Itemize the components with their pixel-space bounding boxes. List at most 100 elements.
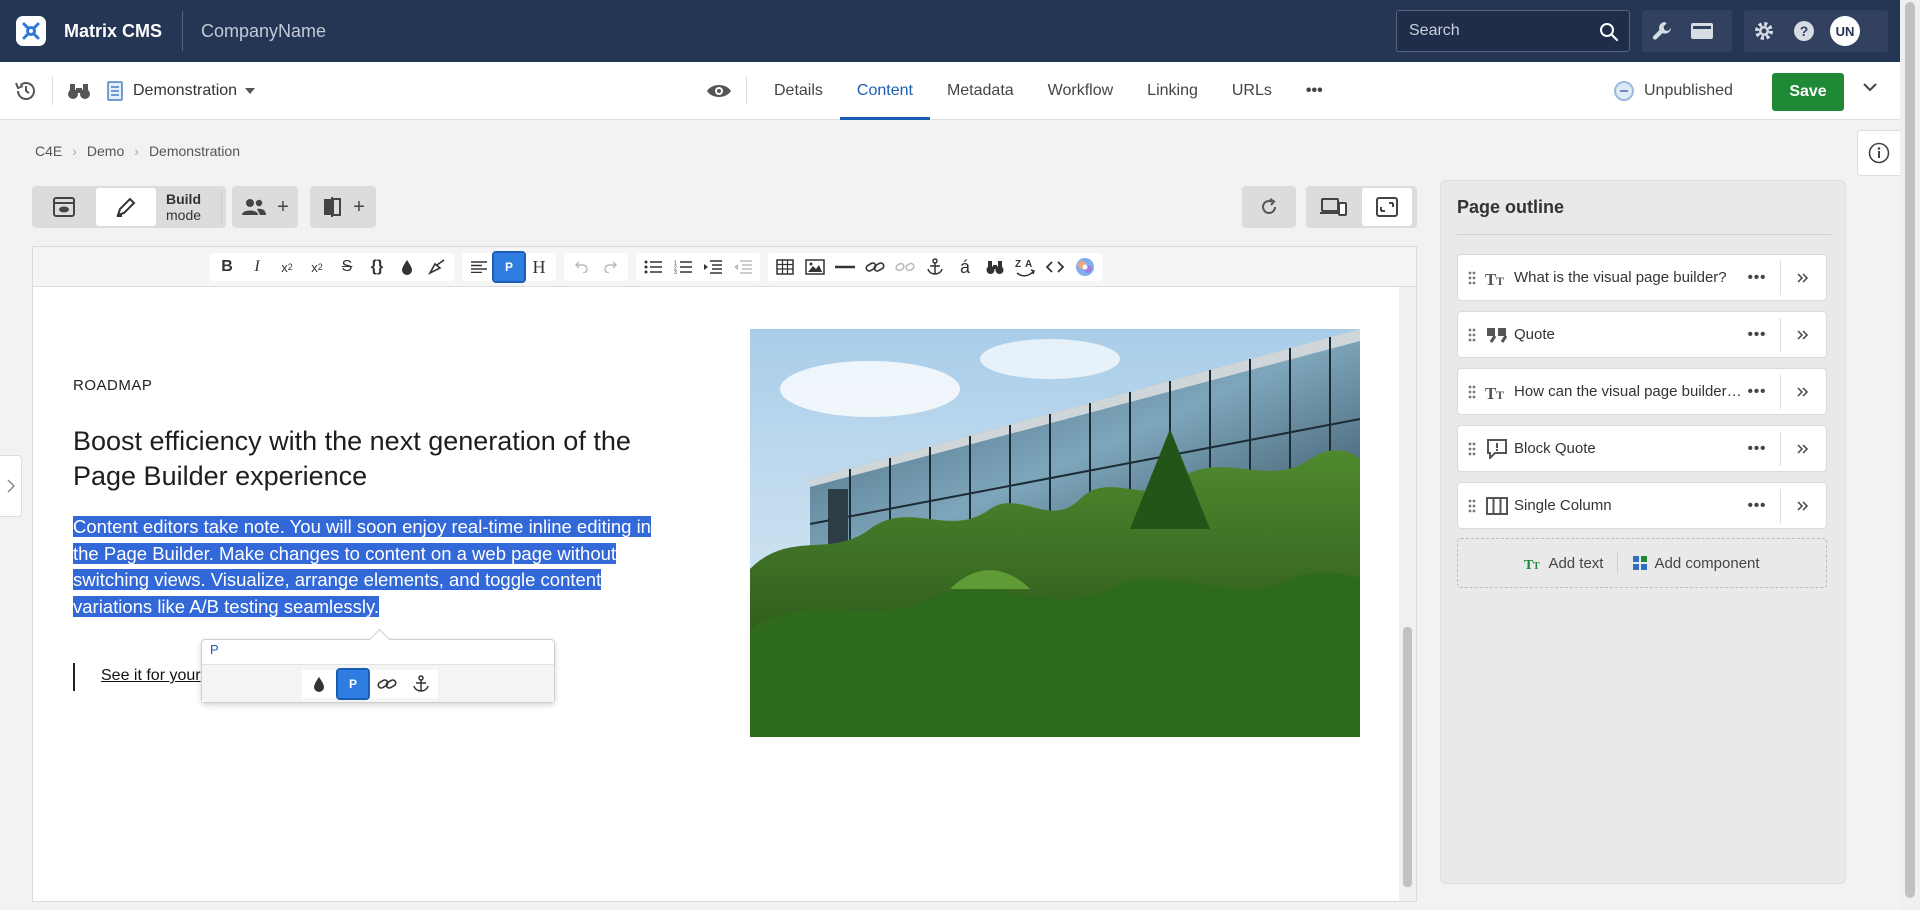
page-canvas[interactable]: ROADMAP Boost efficiency with the next g… [33, 287, 1399, 901]
more-options-button[interactable]: ••• [1742, 326, 1772, 343]
find-binoculars-icon[interactable] [980, 253, 1010, 281]
breadcrumb-item[interactable]: Demonstration [149, 143, 240, 159]
fullwidth-button[interactable] [1362, 188, 1412, 226]
table-icon[interactable] [770, 253, 800, 281]
tab-details[interactable]: Details [757, 62, 840, 120]
drag-handle-icon[interactable] [1460, 271, 1484, 285]
outline-item[interactable]: TT What is the visual page builder? ••• [1457, 254, 1827, 301]
card-icon[interactable] [1682, 21, 1722, 41]
editor-scroll-thumb[interactable] [1403, 627, 1412, 887]
gear-icon[interactable] [1744, 20, 1784, 42]
double-chevron-right-icon[interactable] [1781, 443, 1825, 454]
search-icon[interactable] [1599, 22, 1619, 42]
tab-content[interactable]: Content [839, 62, 930, 120]
italic-button[interactable]: I [242, 253, 272, 281]
more-options-button[interactable]: ••• [1742, 440, 1772, 457]
binoculars-icon[interactable] [67, 80, 91, 102]
image-icon[interactable] [800, 253, 830, 281]
bold-button[interactable]: B [212, 253, 242, 281]
link-icon[interactable] [860, 253, 890, 281]
superscript-icon[interactable]: x2 [302, 253, 332, 281]
outline-item[interactable]: TT How can the visual page builder help?… [1457, 368, 1827, 415]
link-icon[interactable] [372, 670, 402, 698]
drag-handle-icon[interactable] [1460, 385, 1484, 399]
text-color-drop-icon[interactable] [304, 670, 334, 698]
text-color-drop-icon[interactable] [392, 253, 422, 281]
build-mode-button[interactable] [96, 188, 156, 226]
asset-name[interactable]: Demonstration [133, 82, 237, 100]
outdent-icon[interactable] [728, 253, 758, 281]
more-options-button[interactable]: ••• [1742, 269, 1772, 286]
tab-metadata[interactable]: Metadata [930, 62, 1031, 120]
breadcrumb-item[interactable]: Demo [87, 143, 124, 159]
cta-link[interactable]: See it for your [101, 667, 201, 685]
anchor-icon[interactable] [406, 670, 436, 698]
help-icon[interactable]: ? [1784, 20, 1824, 42]
code-braces-icon[interactable]: {} [362, 253, 392, 281]
selected-paragraph[interactable]: Content editors take note. You will soon… [73, 514, 673, 620]
page-scroll-thumb[interactable] [1905, 2, 1915, 898]
ai-assist-icon[interactable] [1070, 253, 1100, 281]
anchor-icon[interactable] [920, 253, 950, 281]
unlink-icon[interactable] [890, 253, 920, 281]
matrix-logo-icon[interactable] [16, 16, 46, 46]
numbered-list-icon[interactable]: 123 [668, 253, 698, 281]
expand-left-panel-button[interactable] [0, 455, 22, 517]
drag-handle-icon[interactable] [1460, 442, 1484, 456]
horizontal-rule-icon[interactable] [830, 253, 860, 281]
paragraph-button[interactable]: P [492, 251, 526, 283]
info-panel-button[interactable] [1857, 130, 1901, 176]
double-chevron-right-icon[interactable] [1781, 500, 1825, 511]
source-code-icon[interactable] [1040, 253, 1070, 281]
more-tabs-button[interactable]: ••• [1289, 62, 1340, 120]
redo-icon[interactable] [596, 253, 626, 281]
outline-item[interactable]: Block Quote ••• [1457, 425, 1827, 472]
spellcheck-icon[interactable]: ZA [1010, 253, 1040, 281]
more-options-button[interactable]: ••• [1742, 383, 1772, 400]
clear-format-icon[interactable] [422, 253, 452, 281]
drag-handle-icon[interactable] [1460, 328, 1484, 342]
special-character-icon[interactable]: á [950, 253, 980, 281]
search-input[interactable] [1407, 21, 1597, 41]
double-chevron-right-icon[interactable] [1781, 272, 1825, 283]
bullet-list-icon[interactable] [638, 253, 668, 281]
outline-item[interactable]: Single Column ••• [1457, 482, 1827, 529]
wrench-icon[interactable] [1642, 20, 1682, 42]
indent-icon[interactable] [698, 253, 728, 281]
history-icon[interactable] [14, 79, 38, 103]
strikethrough-icon[interactable]: S [332, 253, 362, 281]
add-text-button[interactable]: TT Add text [1524, 555, 1603, 572]
align-left-icon[interactable] [464, 253, 494, 281]
caret-down-icon[interactable] [245, 88, 256, 94]
save-button[interactable]: Save [1772, 73, 1844, 111]
add-component-button[interactable]: Add component [1632, 555, 1760, 572]
more-options-button[interactable]: ••• [1742, 497, 1772, 514]
tab-urls[interactable]: URLs [1215, 62, 1289, 120]
publish-status[interactable]: Unpublished [1614, 62, 1733, 120]
tab-linking[interactable]: Linking [1130, 62, 1215, 120]
undo-icon[interactable] [566, 253, 596, 281]
preview-eye-icon[interactable] [706, 82, 732, 100]
breadcrumb-item[interactable]: C4E [35, 143, 62, 159]
office-building-image[interactable] [750, 329, 1360, 737]
roadmap-eyebrow[interactable]: ROADMAP [73, 377, 152, 394]
double-chevron-right-icon[interactable] [1781, 329, 1825, 340]
drag-handle-icon[interactable] [1460, 499, 1484, 513]
outline-item[interactable]: Quote ••• [1457, 311, 1827, 358]
refresh-button[interactable] [1244, 188, 1294, 226]
user-avatar[interactable]: UN [1830, 16, 1860, 46]
add-variant-button[interactable]: + [310, 186, 376, 228]
company-name[interactable]: CompanyName [201, 21, 326, 42]
editor-scrollbar[interactable] [1399, 287, 1416, 901]
heading-button[interactable]: H [524, 253, 554, 281]
add-users-button[interactable]: + [232, 186, 298, 228]
double-chevron-right-icon[interactable] [1781, 386, 1825, 397]
subscript-icon[interactable]: x2 [272, 253, 302, 281]
chevron-down-icon[interactable] [1862, 82, 1878, 92]
paragraph-button[interactable]: P [336, 668, 370, 700]
tab-workflow[interactable]: Workflow [1031, 62, 1131, 120]
preview-mode-button[interactable] [34, 188, 94, 226]
responsive-preview-button[interactable] [1308, 188, 1358, 226]
page-headline[interactable]: Boost efficiency with the next generatio… [73, 424, 673, 494]
selected-paragraph-text[interactable]: Content editors take note. You will soon… [73, 516, 651, 617]
